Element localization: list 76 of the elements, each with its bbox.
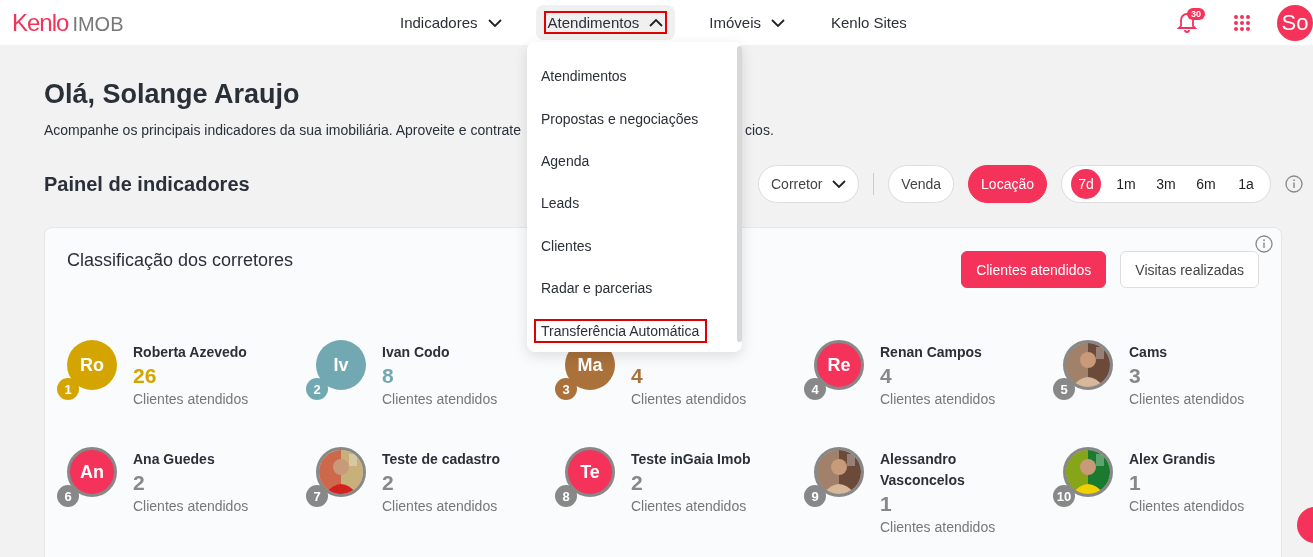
count-label: Clientes atendidos: [382, 497, 499, 516]
client-count: 2: [133, 470, 146, 496]
rank-badge: 9: [804, 485, 826, 507]
menu-item[interactable]: Atendimentos: [534, 64, 635, 89]
chevron-down-icon: [832, 180, 847, 188]
nav-item[interactable]: Kenlo Sites: [827, 11, 911, 34]
broker-name: Teste inGaia Imob: [631, 450, 752, 469]
count-label: Clientes atendidos: [1129, 390, 1246, 409]
nav-item[interactable]: Imóveis: [705, 11, 789, 34]
period-option[interactable]: 1m: [1108, 169, 1144, 199]
rank-badge: 5: [1053, 378, 1075, 400]
chevron-up-icon: [649, 18, 664, 27]
rank-badge: 4: [804, 378, 826, 400]
broker-name: Ana Guedes: [133, 450, 216, 469]
user-avatar[interactable]: So: [1277, 4, 1313, 41]
count-label: Clientes atendidos: [631, 390, 748, 409]
client-count: 1: [880, 491, 893, 517]
broker-filter[interactable]: Corretor: [758, 165, 860, 203]
client-count: 8: [382, 363, 395, 389]
menu-item[interactable]: Propostas e negociações: [534, 106, 707, 131]
broker-name: Cams: [1129, 343, 1169, 362]
client-count: 2: [382, 470, 395, 496]
broker-name: Teste de cadastro: [382, 450, 501, 469]
menu-item[interactable]: Agenda: [534, 149, 598, 174]
broker-name: Ivan Codo: [382, 343, 451, 362]
count-label: Clientes atendidos: [133, 497, 250, 516]
client-count: 4: [880, 363, 893, 389]
rank-badge: 3: [555, 378, 577, 400]
info-icon[interactable]: [1255, 235, 1273, 253]
client-count: 4: [631, 363, 644, 389]
subtitle: cios.: [745, 122, 775, 138]
count-label: Clientes atendidos: [382, 390, 499, 409]
client-count: 1: [1129, 470, 1142, 496]
metric-toggle[interactable]: Clientes atendidos: [961, 251, 1107, 288]
broker-name: Alessandro Vasconcelos: [880, 450, 966, 490]
deal-type-toggle[interactable]: Venda: [888, 165, 955, 203]
subtitle: Acompanhe os principais indicadores da sua imobiliária. Aproveite e contrate: [44, 122, 523, 138]
apps-grid-icon[interactable]: [1233, 13, 1251, 32]
period-option[interactable]: 6m: [1188, 169, 1224, 199]
count-label: Clientes atendidos: [631, 497, 748, 516]
count-label: Clientes atendidos: [133, 390, 250, 409]
rank-badge: 2: [306, 378, 328, 400]
period-option[interactable]: 1a: [1228, 169, 1264, 199]
count-label: Clientes atendidos: [880, 390, 997, 409]
rank-badge: 7: [306, 485, 328, 507]
broker-name: Alex Grandis: [1129, 450, 1217, 469]
card-title: Classificação dos corretores: [67, 250, 294, 271]
broker-name: Renan Campos: [880, 343, 983, 362]
nav-item[interactable]: Atendimentos: [543, 11, 668, 34]
broker-name: Roberta Azevedo: [133, 343, 248, 362]
client-count: 26: [133, 363, 158, 389]
metric-toggle[interactable]: Visitas realizadas: [1120, 251, 1259, 288]
count-label: Clientes atendidos: [880, 518, 997, 537]
rank-badge: 10: [1053, 485, 1075, 507]
menu-item[interactable]: Radar e parcerias: [534, 276, 661, 301]
logo: Kenlo IMOB: [12, 8, 125, 37]
deal-type-toggle[interactable]: Locação: [968, 165, 1047, 203]
nav-item[interactable]: Indicadores: [396, 11, 506, 34]
period-option[interactable]: 7d: [1071, 169, 1101, 199]
menu-item[interactable]: Transferência Automática: [534, 318, 708, 343]
menu-item[interactable]: Leads: [534, 191, 588, 216]
notification-badge: 30: [1187, 7, 1205, 20]
scrollbar[interactable]: [737, 46, 742, 342]
chevron-down-icon: [771, 18, 785, 27]
rank-badge: 6: [57, 485, 79, 507]
rank-badge: 1: [57, 378, 79, 400]
count-label: Clientes atendidos: [1129, 497, 1246, 516]
client-count: 2: [631, 470, 644, 496]
rank-badge: 8: [555, 485, 577, 507]
chevron-down-icon: [487, 18, 502, 27]
greeting: Olá, Solange Araujo: [44, 79, 301, 110]
section-title: Painel de indicadores: [44, 172, 250, 196]
menu-item[interactable]: Clientes: [534, 233, 600, 258]
info-icon[interactable]: [1285, 175, 1303, 193]
client-count: 3: [1129, 363, 1142, 389]
period-option[interactable]: 3m: [1148, 169, 1184, 199]
